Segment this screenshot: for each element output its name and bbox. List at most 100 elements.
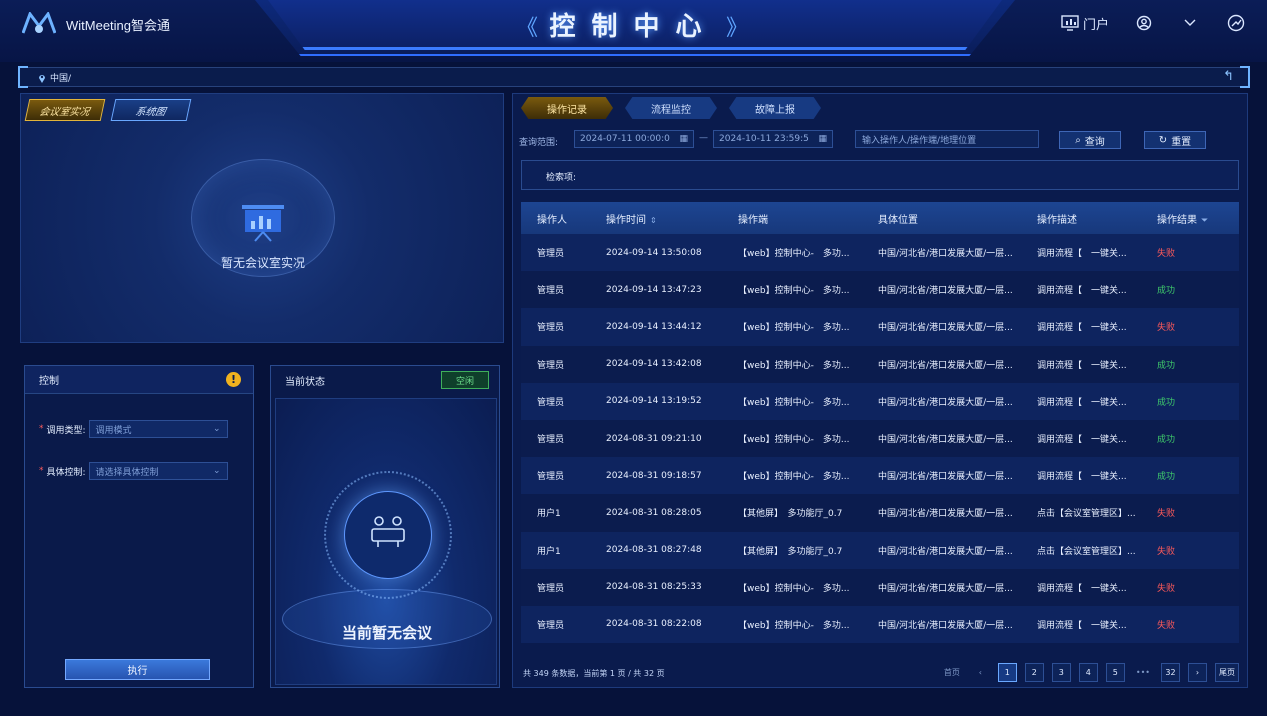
cell-operator: 管理员 [537, 472, 565, 483]
col-operate-time[interactable]: 操作时间 ⇕ [590, 211, 722, 226]
warning-icon[interactable]: ! [226, 372, 241, 387]
date-to-input[interactable]: 2024-10-11 23:59:5 ▦ [713, 130, 833, 148]
reset-button[interactable]: ↻ 重置 [1144, 131, 1206, 149]
search-icon: ⌕ [1075, 134, 1081, 146]
col-location: 具体位置 [878, 214, 918, 226]
operation-log-table: 操作人 操作时间 ⇕ 操作端 具体位置 操作描述 操作结果 ⏷ 管理员 2024-09… [521, 202, 1239, 652]
cell-description: 调用流程【 一键关... [1037, 323, 1127, 334]
page-32[interactable]: 32 [1161, 663, 1180, 682]
total-count: 共 349 条数据，当前第 1 页 / 共 32 页 [523, 669, 665, 678]
sort-icon[interactable]: ⇕ [650, 216, 657, 225]
table-row[interactable]: 管理员 2024-08-31 08:25:33 【web】控制中心- 多功... 中国… [521, 568, 1239, 606]
table-row[interactable]: 管理员 2024-09-14 13:19:52 【web】控制中心- 多功... 中国… [521, 382, 1239, 420]
table-row[interactable]: 管理员 2024-09-14 13:50:08 【web】控制中心- 多功... 中国… [521, 234, 1239, 272]
cell-location: 中国/河北省/港口发展大厦/一层... [878, 397, 1013, 408]
table-row[interactable]: 用户1 2024-08-31 08:27:48 【其他屏】 多功能厅_0.7 中国/河… [521, 531, 1239, 569]
table-row[interactable]: 管理员 2024-09-14 13:44:12 【web】控制中心- 多功... 中国… [521, 308, 1239, 346]
cell-terminal: 【web】控制中心- 多功... [738, 397, 850, 408]
cell-time: 2024-08-31 08:22:08 [606, 619, 702, 630]
cell-operator: 用户1 [537, 509, 561, 520]
portal-link[interactable]: 门户 [1061, 14, 1109, 33]
cell-location: 中国/河北省/港口发展大厦/一层... [878, 583, 1013, 594]
tab-room-live[interactable]: 会议室实况 [24, 99, 106, 121]
back-arrow-icon[interactable]: ↰ [1223, 69, 1234, 84]
cell-time: 2024-09-14 13:19:52 [606, 396, 702, 407]
cell-time: 2024-09-14 13:47:23 [606, 284, 702, 295]
cell-terminal: 【web】控制中心- 多功... [738, 583, 850, 594]
portal-icon [1061, 15, 1079, 31]
page-2[interactable]: 2 [1024, 663, 1044, 682]
cell-description: 调用流程【 一键关... [1037, 620, 1127, 631]
tab-process-monitor[interactable]: 流程监控 [625, 97, 717, 119]
page-5[interactable]: 5 [1105, 663, 1125, 682]
tab-fault-report[interactable]: 故障上报 [729, 97, 821, 119]
control-panel: 控制 ! * 调用类型: 调用模式 ⌄ * 具体控制: 请选择具体控制 ⌄ 执行 [24, 365, 254, 688]
cell-time: 2024-08-31 08:27:48 [606, 545, 702, 556]
cell-location: 中国/河北省/港口发展大厦/一层... [878, 249, 1013, 260]
cell-location: 中国/河北省/港口发展大厦/一层... [878, 360, 1013, 371]
user-avatar-icon[interactable] [1133, 12, 1155, 34]
prev-page-button[interactable]: ‹ [971, 663, 990, 682]
query-range-label: 查询范围: [519, 138, 559, 148]
date-from-input[interactable]: 2024-07-11 00:00:0 ▦ [574, 130, 694, 148]
cell-terminal: 【其他屏】 多功能厅_0.7 [738, 509, 843, 520]
cell-time: 2024-08-31 08:25:33 [606, 582, 702, 593]
first-page-button[interactable]: 首页 [941, 663, 963, 682]
pagination: 首页 ‹ 1 2 3 4 5 ••• 32 › 尾页 [941, 663, 1239, 682]
cell-description: 调用流程【 一键关... [1037, 435, 1127, 446]
execute-button[interactable]: 执行 [65, 659, 210, 680]
preview-empty-text: 暂无会议室实况 [220, 256, 305, 270]
top-bar: WitMeeting智会通 《 控制中心 》 门户 [0, 0, 1267, 62]
page-1[interactable]: 1 [997, 663, 1017, 682]
chevron-down-icon: ⌄ [213, 424, 221, 434]
table-row[interactable]: 管理员 2024-08-31 09:21:10 【web】控制中心- 多功... 中国… [521, 419, 1239, 458]
portal-label: 门户 [1082, 17, 1109, 33]
search-input[interactable]: 输入操作人/操作端/地理位置 [855, 130, 1039, 148]
table-row[interactable]: 管理员 2024-08-31 09:18:57 【web】控制中心- 多功... 中国… [521, 457, 1239, 495]
page-4[interactable]: 4 [1078, 663, 1098, 682]
col-operator: 操作人 [537, 214, 567, 226]
cell-operator: 管理员 [537, 249, 565, 260]
dashboard-gauge-icon[interactable] [1225, 12, 1247, 34]
tab-system-diagram[interactable]: 系统图 [110, 99, 192, 121]
cell-location: 中国/河北省/港口发展大厦/一层... [878, 546, 1013, 557]
cell-time: 2024-09-14 13:44:12 [606, 321, 702, 332]
last-page-button[interactable]: 尾页 [1215, 663, 1239, 682]
table-row[interactable]: 管理员 2024-09-14 13:47:23 【web】控制中心- 多功... 中国… [521, 271, 1239, 309]
cell-result: 成功 [1157, 435, 1176, 446]
table-row[interactable]: 管理员 2024-09-14 13:42:08 【web】控制中心- 多功... 中国… [521, 345, 1239, 383]
cell-operator: 管理员 [537, 323, 565, 334]
filter-icon[interactable]: ⏷ [1201, 216, 1208, 226]
cell-description: 点击【会议室管理区】... [1037, 509, 1136, 520]
table-row[interactable]: 管理员 2024-08-31 08:22:08 【web】控制中心- 多功... 中国… [521, 605, 1239, 644]
chevron-down-icon: ⌄ [213, 466, 221, 476]
table-row[interactable]: 用户1 2024-08-31 08:28:05 【其他屏】 多功能厅_0.7 中国/河… [521, 494, 1239, 532]
cell-terminal: 【web】控制中心- 多功... [738, 323, 850, 334]
next-page-button[interactable]: › [1188, 663, 1207, 682]
cell-time: 2024-08-31 09:21:10 [606, 433, 702, 444]
specific-control-label: 具体控制: [46, 467, 86, 478]
cell-location: 中国/河北省/港口发展大厦/一层... [878, 286, 1013, 297]
status-title: 当前状态 [285, 376, 325, 388]
cell-description: 调用流程【 一键关... [1037, 286, 1127, 297]
calendar-icon: ▦ [679, 134, 688, 144]
status-header: 当前状态 空闲 [271, 366, 499, 394]
chevron-down-icon[interactable] [1179, 12, 1201, 34]
cell-operator: 管理员 [537, 360, 565, 371]
invoke-type-select[interactable]: 调用模式 ⌄ [88, 420, 228, 438]
cell-time: 2024-08-31 08:28:05 [606, 507, 702, 518]
col-description: 操作描述 [1037, 214, 1077, 226]
meeting-table-icon [371, 516, 405, 547]
query-button[interactable]: ⌕ 查询 [1059, 131, 1121, 149]
records-panel: 操作记录 流程监控 故障上报 查询范围: 2024-07-11 00:00:0 … [512, 93, 1248, 688]
page-3[interactable]: 3 [1051, 663, 1071, 682]
specific-control-select[interactable]: 请选择具体控制 ⌄ [88, 462, 228, 480]
cell-terminal: 【web】控制中心- 多功... [738, 472, 850, 483]
breadcrumb-path[interactable]: 中国/ [50, 71, 71, 84]
breadcrumb-bar: 中国/ ↰ [18, 66, 1250, 88]
table-header: 操作人 操作时间 ⇕ 操作端 具体位置 操作描述 操作结果 ⏷ [521, 202, 1239, 234]
cell-time: 2024-09-14 13:50:08 [606, 247, 702, 258]
tab-operation-log[interactable]: 操作记录 [521, 97, 613, 119]
cell-description: 调用流程【 一键关... [1037, 360, 1127, 371]
cell-time: 2024-08-31 09:18:57 [606, 470, 702, 481]
